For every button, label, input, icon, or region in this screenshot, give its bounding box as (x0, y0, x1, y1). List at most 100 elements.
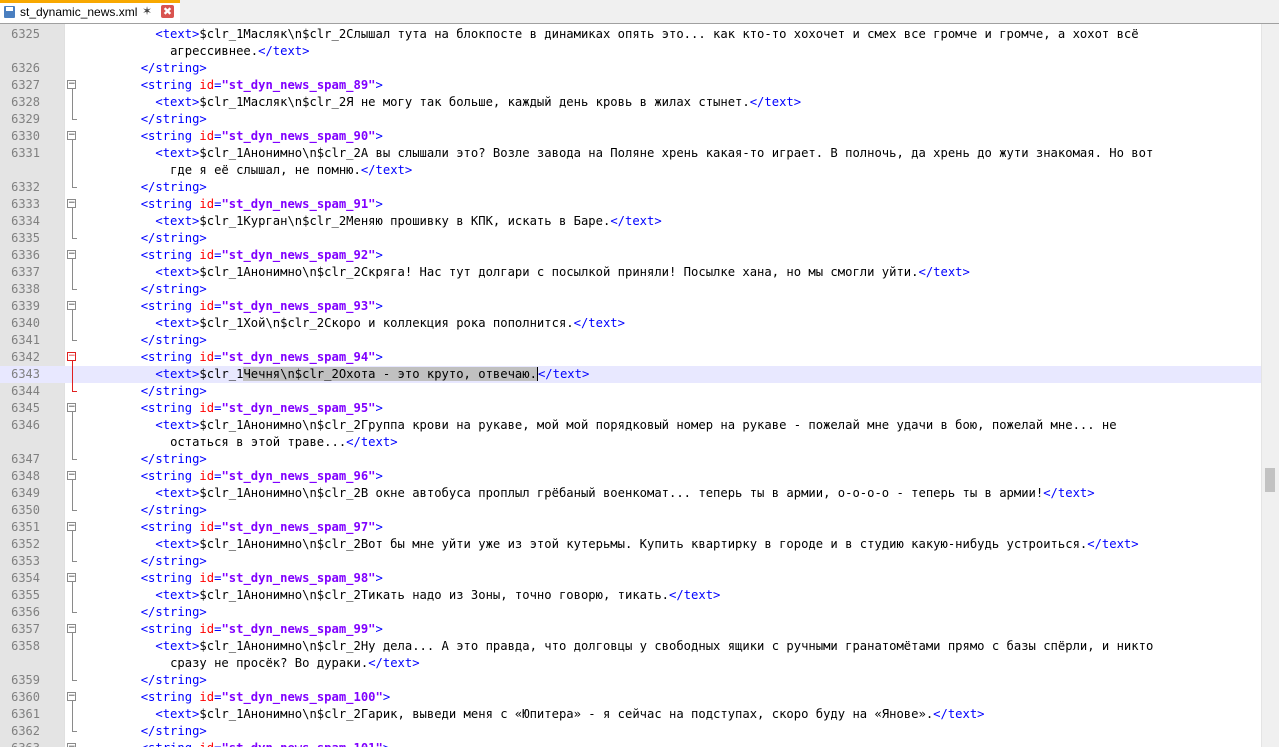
editor-line[interactable]: остаться в этой траве...</text> (0, 434, 1262, 451)
code-editor[interactable]: 6325 <text>$clr_1Масляк\n$clr_2Слышал ту… (0, 24, 1279, 747)
editor-line[interactable]: 6334 <text>$clr_1Курган\n$clr_2Меняю про… (0, 213, 1262, 230)
xml-attribute: id (199, 571, 215, 585)
xml-tag: </text> (346, 435, 398, 449)
fold-toggle-icon[interactable]: − (67, 131, 76, 140)
pin-icon[interactable]: ✶ (142, 4, 152, 18)
xml-tag: </text> (918, 265, 970, 279)
xml-tag: </text> (536, 367, 590, 381)
editor-line[interactable]: 6360 − <string id="st_dyn_news_spam_100"> (0, 689, 1262, 706)
xml-attribute-value: "st_dyn_news_spam_95" (221, 401, 376, 415)
editor-line[interactable]: агрессивнее.</text> (0, 43, 1262, 60)
fold-toggle-icon[interactable]: − (67, 471, 76, 480)
fold-line-end (72, 612, 77, 613)
fold-toggle-icon[interactable]: − (67, 624, 76, 633)
code-text: <text>$clr_1Курган\n$clr_2Меняю прошивку… (82, 213, 661, 230)
editor-line[interactable]: 6355 <text>$clr_1Анонимно\n$clr_2Тикать … (0, 587, 1262, 604)
fold-toggle-icon[interactable]: − (67, 199, 76, 208)
editor-line[interactable]: 6353 </string> (0, 553, 1262, 570)
fold-toggle-icon[interactable]: − (67, 301, 76, 310)
editor-line[interactable]: 6342 − <string id="st_dyn_news_spam_94"> (0, 349, 1262, 366)
fold-toggle-icon[interactable]: − (67, 80, 76, 89)
editor-line[interactable]: 6347 </string> (0, 451, 1262, 468)
editor-line[interactable]: 6339 − <string id="st_dyn_news_spam_93"> (0, 298, 1262, 315)
editor-line[interactable]: 6363 − <string id="st_dyn_news_spam_101"> (0, 740, 1262, 747)
fold-toggle-icon[interactable]: − (67, 743, 76, 747)
fold-line-end (72, 119, 77, 120)
xml-tag: </text> (933, 707, 985, 721)
editor-line[interactable]: 6348 − <string id="st_dyn_news_spam_96"> (0, 468, 1262, 485)
xml-attribute: id (199, 469, 215, 483)
editor-line[interactable]: 6352 <text>$clr_1Анонимно\n$clr_2Вот бы … (0, 536, 1262, 553)
editor-line[interactable]: 6331 <text>$clr_1Анонимно\n$clr_2А вы сл… (0, 145, 1262, 162)
editor-line[interactable]: 6340 <text>$clr_1Хой\n$clr_2Скоро и колл… (0, 315, 1262, 332)
tab-filename: st_dynamic_news.xml (20, 5, 138, 19)
fold-toggle-icon[interactable]: − (67, 522, 76, 531)
close-icon[interactable]: ✖ (161, 5, 174, 18)
editor-line[interactable]: 6343 <text>$clr_1Чечня\n$clr_2Охота - эт… (0, 366, 1262, 383)
code-text: <text>$clr_1Анонимно\n$clr_2Группа крови… (82, 417, 1116, 434)
fold-line-end (72, 289, 77, 290)
vertical-scrollbar[interactable] (1261, 24, 1279, 747)
editor-line[interactable]: где я её слышал, не помню.</text> (0, 162, 1262, 179)
editor-line[interactable]: 6357 − <string id="st_dyn_news_spam_99"> (0, 621, 1262, 638)
fold-toggle-icon[interactable]: − (67, 692, 76, 701)
fold-line (72, 259, 73, 289)
file-tab[interactable]: st_dynamic_news.xml ✶ ✖ (0, 0, 180, 23)
xml-tag: > (375, 299, 383, 313)
editor-line[interactable]: 6333 − <string id="st_dyn_news_spam_91"> (0, 196, 1262, 213)
editor-line[interactable]: 6362 </string> (0, 723, 1262, 740)
editor-line[interactable]: 6332 </string> (0, 179, 1262, 196)
editor-line[interactable]: 6336 − <string id="st_dyn_news_spam_92"> (0, 247, 1262, 264)
editor-line[interactable]: 6337 <text>$clr_1Анонимно\n$clr_2Скряга!… (0, 264, 1262, 281)
line-number: 6356 (11, 605, 40, 619)
fold-toggle-icon[interactable]: − (67, 403, 76, 412)
xml-tag: > (375, 571, 383, 585)
editor-line[interactable]: 6359 </string> (0, 672, 1262, 689)
editor-line[interactable]: 6341 </string> (0, 332, 1262, 349)
editor-line[interactable]: 6349 <text>$clr_1Анонимно\n$clr_2В окне … (0, 485, 1262, 502)
editor-line[interactable]: 6329 </string> (0, 111, 1262, 128)
line-number: 6334 (11, 214, 40, 228)
fold-toggle-icon[interactable]: − (67, 352, 76, 361)
xml-attribute: id (199, 197, 215, 211)
editor-line[interactable]: 6358 <text>$clr_1Анонимно\n$clr_2Ну дела… (0, 638, 1262, 655)
editor-line[interactable]: 6361 <text>$clr_1Анонимно\n$clr_2Гарик, … (0, 706, 1262, 723)
xml-tag: <string (140, 401, 200, 415)
line-number: 6350 (11, 503, 40, 517)
editor-line[interactable]: 6327 − <string id="st_dyn_news_spam_89"> (0, 77, 1262, 94)
line-number: 6340 (11, 316, 40, 330)
fold-toggle-icon[interactable]: − (67, 250, 76, 259)
editor-line[interactable]: 6325 <text>$clr_1Масляк\n$clr_2Слышал ту… (0, 26, 1262, 43)
xml-tag: > (375, 469, 383, 483)
code-text: <string id="st_dyn_news_spam_89"> (82, 77, 383, 94)
editor-line[interactable]: 6350 </string> (0, 502, 1262, 519)
editor-line[interactable]: 6354 − <string id="st_dyn_news_spam_98"> (0, 570, 1262, 587)
xml-tag: <text> (155, 214, 200, 228)
editor-line[interactable]: 6345 − <string id="st_dyn_news_spam_95"> (0, 400, 1262, 417)
scrollbar-thumb[interactable] (1265, 468, 1275, 492)
editor-line[interactable]: 6338 </string> (0, 281, 1262, 298)
code-text: </string> (82, 451, 207, 468)
text-content: $clr_1Анонимно\n$clr_2А вы слышали это? … (199, 146, 1154, 160)
editor-line[interactable]: 6356 </string> (0, 604, 1262, 621)
fold-line (72, 89, 73, 119)
xml-attribute-value: "st_dyn_news_spam_92" (221, 248, 376, 262)
editor-line[interactable]: сразу не просёк? Во дураки.</text> (0, 655, 1262, 672)
text-content: $clr_1Анонимно\n$clr_2Гарик, выведи меня… (199, 707, 934, 721)
fold-toggle-icon[interactable]: − (67, 573, 76, 582)
xml-tag: <text> (155, 146, 200, 160)
editor-line[interactable]: 6330 − <string id="st_dyn_news_spam_90"> (0, 128, 1262, 145)
editor-line[interactable]: 6335 </string> (0, 230, 1262, 247)
line-number: 6339 (11, 299, 40, 313)
editor-line[interactable]: 6346 <text>$clr_1Анонимно\n$clr_2Группа … (0, 417, 1262, 434)
editor-line[interactable]: 6328 <text>$clr_1Масляк\n$clr_2Я не могу… (0, 94, 1262, 111)
editor-line[interactable]: 6351 − <string id="st_dyn_news_spam_97"> (0, 519, 1262, 536)
editor-line[interactable]: 6344 </string> (0, 383, 1262, 400)
editor-line[interactable]: 6326 </string> (0, 60, 1262, 77)
